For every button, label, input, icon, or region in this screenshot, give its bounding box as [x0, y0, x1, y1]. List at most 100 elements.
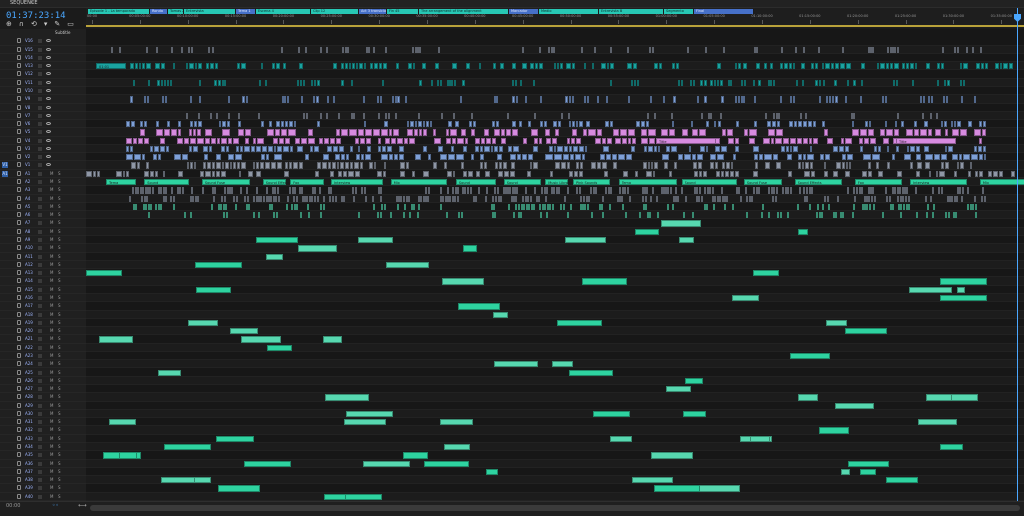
timeline-clip[interactable]	[484, 145, 490, 153]
sync-lock-icon[interactable]	[38, 188, 42, 193]
timeline-clip[interactable]	[332, 195, 335, 202]
timeline-clip[interactable]	[300, 137, 307, 144]
timeline-clip[interactable]	[268, 145, 273, 153]
solo-button[interactable]: S	[58, 443, 61, 451]
mute-button[interactable]: M	[50, 435, 53, 443]
timeline-clip[interactable]	[569, 96, 572, 103]
timeline-clip[interactable]	[656, 212, 659, 219]
sync-lock-icon[interactable]	[38, 387, 42, 392]
timeline-clip[interactable]	[499, 145, 503, 153]
timeline-clip[interactable]	[276, 212, 279, 219]
timeline-clip[interactable]	[303, 112, 306, 120]
lock-icon[interactable]	[17, 468, 21, 474]
timeline-clip[interactable]	[904, 154, 912, 161]
timeline-clip[interactable]	[362, 96, 365, 103]
timeline-clip[interactable]	[341, 129, 348, 136]
solo-button[interactable]: S	[58, 426, 61, 434]
timeline-clip[interactable]	[961, 195, 964, 202]
timeline-clip[interactable]	[531, 129, 539, 136]
timeline-clip[interactable]	[636, 121, 640, 128]
track-header-a34[interactable]: A34 M S	[0, 443, 86, 452]
eye-icon[interactable]	[46, 163, 51, 167]
timeline-clip[interactable]	[882, 137, 890, 144]
lock-icon[interactable]	[17, 245, 21, 251]
track-header-a4[interactable]: A4 M S	[0, 195, 86, 203]
timeline-clip[interactable]	[627, 46, 630, 53]
timeline-clip[interactable]	[559, 203, 562, 211]
sync-lock-icon[interactable]	[38, 271, 42, 276]
timeline-clip[interactable]	[471, 129, 476, 136]
timeline-clip[interactable]	[433, 129, 437, 136]
timeline-clip[interactable]	[198, 79, 202, 86]
timeline-clip[interactable]	[245, 96, 248, 103]
timeline-clip[interactable]	[480, 145, 484, 153]
timeline-clip[interactable]	[260, 154, 266, 161]
timeline-clip[interactable]	[672, 203, 675, 211]
timeline-clip[interactable]	[896, 170, 903, 178]
timeline-clip[interactable]	[719, 79, 723, 86]
solo-button[interactable]: S	[58, 393, 61, 401]
timeline-clip[interactable]	[189, 96, 192, 103]
timeline-clip[interactable]	[764, 112, 767, 120]
timeline-clip[interactable]	[135, 203, 138, 211]
mute-button[interactable]: M	[50, 484, 53, 492]
lock-icon[interactable]	[17, 386, 21, 392]
timeline-clip[interactable]	[619, 187, 622, 194]
timeline-clip[interactable]	[190, 212, 193, 219]
timeline-clip[interactable]	[631, 137, 637, 144]
timeline-clip[interactable]	[978, 137, 983, 144]
timeline-clip[interactable]	[156, 129, 164, 136]
timeline-clip[interactable]	[313, 187, 316, 194]
track-lane-a7[interactable]	[86, 219, 1024, 228]
timeline-clip[interactable]	[166, 145, 169, 153]
timeline-clip[interactable]	[928, 170, 931, 178]
timeline-clip[interactable]	[271, 162, 277, 169]
timeline-clip[interactable]	[970, 154, 978, 161]
track-header-v2[interactable]: V2	[0, 153, 86, 162]
lock-icon[interactable]	[17, 96, 21, 102]
timeline-clip[interactable]	[870, 137, 876, 144]
timeline-clip[interactable]: Sound	[144, 179, 190, 186]
sync-lock-icon[interactable]	[38, 445, 42, 450]
timeline-clip[interactable]	[768, 212, 771, 219]
timeline-clip[interactable]	[730, 79, 733, 86]
timeline-clip[interactable]	[841, 212, 844, 219]
eye-icon[interactable]	[46, 39, 51, 43]
timeline-clip[interactable]	[494, 162, 498, 169]
timeline-clip[interactable]	[697, 154, 703, 161]
timeline-clip[interactable]	[965, 46, 968, 53]
timeline-clip[interactable]	[841, 154, 847, 161]
sync-lock-icon[interactable]	[38, 105, 42, 110]
timeline-clip[interactable]	[452, 112, 455, 120]
timeline-clip[interactable]	[957, 121, 961, 128]
timeline-clip[interactable]	[740, 195, 743, 202]
timeline-clip[interactable]	[268, 121, 272, 128]
timeline-clip[interactable]	[746, 212, 749, 219]
timeline-clip[interactable]	[512, 96, 515, 103]
timeline-clip[interactable]	[700, 112, 703, 120]
timeline-clip[interactable]	[329, 195, 332, 202]
timeline-clip[interactable]	[779, 96, 783, 103]
timeline-clip[interactable]	[314, 170, 319, 178]
timeline-clip[interactable]	[809, 162, 813, 169]
timeline-clip[interactable]	[729, 170, 734, 178]
track-header-v14[interactable]: V14	[0, 54, 86, 63]
timeline-clip[interactable]	[896, 112, 899, 120]
timeline-clip[interactable]	[189, 137, 197, 144]
eye-icon[interactable]	[46, 122, 51, 126]
solo-button[interactable]: S	[58, 319, 61, 327]
timeline-clip[interactable]	[146, 46, 149, 53]
timeline-clip[interactable]	[226, 121, 231, 128]
timeline-clip[interactable]	[827, 203, 830, 211]
timeline-clip[interactable]	[173, 195, 176, 202]
timeline-clip[interactable]	[238, 170, 241, 178]
timeline-clip[interactable]: Sound Effects	[794, 179, 842, 186]
timeline-clip[interactable]	[212, 46, 215, 53]
timeline-clip[interactable]	[749, 129, 757, 136]
timeline-clip[interactable]	[467, 170, 473, 178]
timeline-clip[interactable]	[772, 112, 775, 120]
timeline-clip[interactable]	[277, 162, 283, 169]
lock-icon[interactable]	[17, 270, 21, 276]
timeline-clip[interactable]	[977, 145, 983, 153]
timeline-clip[interactable]	[627, 129, 636, 136]
